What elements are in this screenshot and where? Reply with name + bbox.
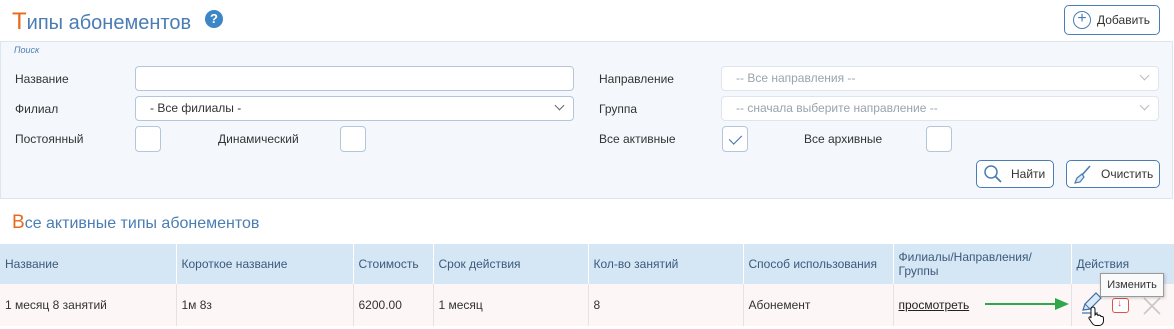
hand-cursor-icon — [1088, 306, 1104, 326]
all-archived-checkbox[interactable] — [926, 126, 952, 152]
cell-duration: 1 месяц — [433, 284, 589, 326]
chevron-down-icon — [554, 100, 565, 111]
all-active-checkbox[interactable] — [722, 126, 748, 152]
column-header-lessons[interactable]: Кол-во занятий — [588, 244, 744, 284]
cell-price: 6200.00 — [353, 284, 434, 326]
name-input[interactable] — [135, 66, 574, 91]
filter-panel: Поиск Название Филиал - Все филиалы - По… — [0, 41, 1173, 199]
cell-short-name: 1м 8з — [176, 284, 354, 326]
direction-select-value: -- Все направления -- — [736, 71, 856, 85]
section-title-rest: се активные типы абонементов — [24, 215, 260, 232]
cell-usage: Абонемент — [743, 284, 894, 326]
permanent-checkbox[interactable] — [135, 126, 161, 152]
chevron-down-icon — [1139, 70, 1150, 81]
table-header-row: Название Короткое название Стоимость Сро… — [0, 244, 1174, 284]
direction-label: Направление — [599, 72, 674, 86]
clear-button[interactable]: Очистить — [1066, 160, 1160, 188]
page-title-rest: ипы абонементов — [26, 12, 192, 34]
broom-icon — [1074, 165, 1091, 184]
plus-icon: + — [1073, 11, 1091, 29]
branch-select[interactable]: - Все филиалы - — [135, 96, 574, 121]
cell-branches: просмотреть — [893, 284, 1072, 326]
cell-name: 1 месяц 8 занятий — [0, 284, 177, 326]
close-icon[interactable] — [1141, 295, 1163, 317]
column-header-price[interactable]: Стоимость — [353, 244, 434, 284]
clear-button-label: Очистить — [1101, 167, 1154, 181]
dynamic-checkbox[interactable] — [340, 126, 366, 152]
delete-icon[interactable] — [1112, 298, 1129, 313]
view-branches-link[interactable]: просмотреть — [899, 298, 970, 312]
section-title: Все активные типы абонементов — [12, 212, 259, 234]
annotation-arrow-head — [1055, 298, 1069, 310]
find-button[interactable]: Найти — [976, 160, 1054, 188]
annotation-arrow-line — [985, 303, 1057, 305]
branch-label: Филиал — [15, 102, 59, 116]
find-button-label: Найти — [1011, 167, 1046, 181]
dynamic-label: Динамический — [218, 132, 299, 146]
column-header-short-name[interactable]: Короткое название — [176, 244, 354, 284]
group-select[interactable]: -- сначала выберите направление -- — [721, 96, 1159, 121]
cell-lessons: 8 — [588, 284, 744, 326]
page-header: Типы абонементов ? + Добавить — [0, 0, 1174, 42]
all-active-label: Все активные — [599, 132, 676, 146]
table-row[interactable]: 1 месяц 8 занятий 1м 8з 6200.00 1 месяц … — [0, 284, 1174, 326]
permanent-label: Постоянный — [15, 132, 84, 146]
section-title-first-letter: В — [12, 212, 25, 233]
branch-select-value: - Все филиалы - — [150, 101, 242, 115]
subscription-types-table: Название Короткое название Стоимость Сро… — [0, 244, 1174, 326]
name-label: Название — [15, 72, 69, 86]
column-header-name[interactable]: Название — [0, 244, 177, 284]
column-header-branches[interactable]: Филиалы/Направления/Группы — [893, 244, 1072, 284]
group-label: Группа — [599, 102, 638, 116]
group-select-value: -- сначала выберите направление -- — [736, 101, 938, 115]
chevron-down-icon — [1139, 100, 1150, 111]
add-button-label: Добавить — [1097, 13, 1151, 27]
help-icon[interactable]: ? — [205, 10, 223, 28]
column-header-usage[interactable]: Способ использования — [743, 244, 894, 284]
add-button[interactable]: + Добавить — [1064, 5, 1160, 35]
filter-legend: Поиск — [14, 45, 40, 55]
edit-tooltip: Изменить — [1100, 273, 1164, 297]
direction-select[interactable]: -- Все направления -- — [721, 66, 1159, 91]
all-archived-label: Все архивные — [804, 132, 883, 146]
search-icon — [984, 165, 1002, 183]
column-header-duration[interactable]: Срок действия — [433, 244, 589, 284]
page-title-first-letter: Т — [12, 8, 27, 35]
page-title: Типы абонементов — [12, 8, 191, 36]
